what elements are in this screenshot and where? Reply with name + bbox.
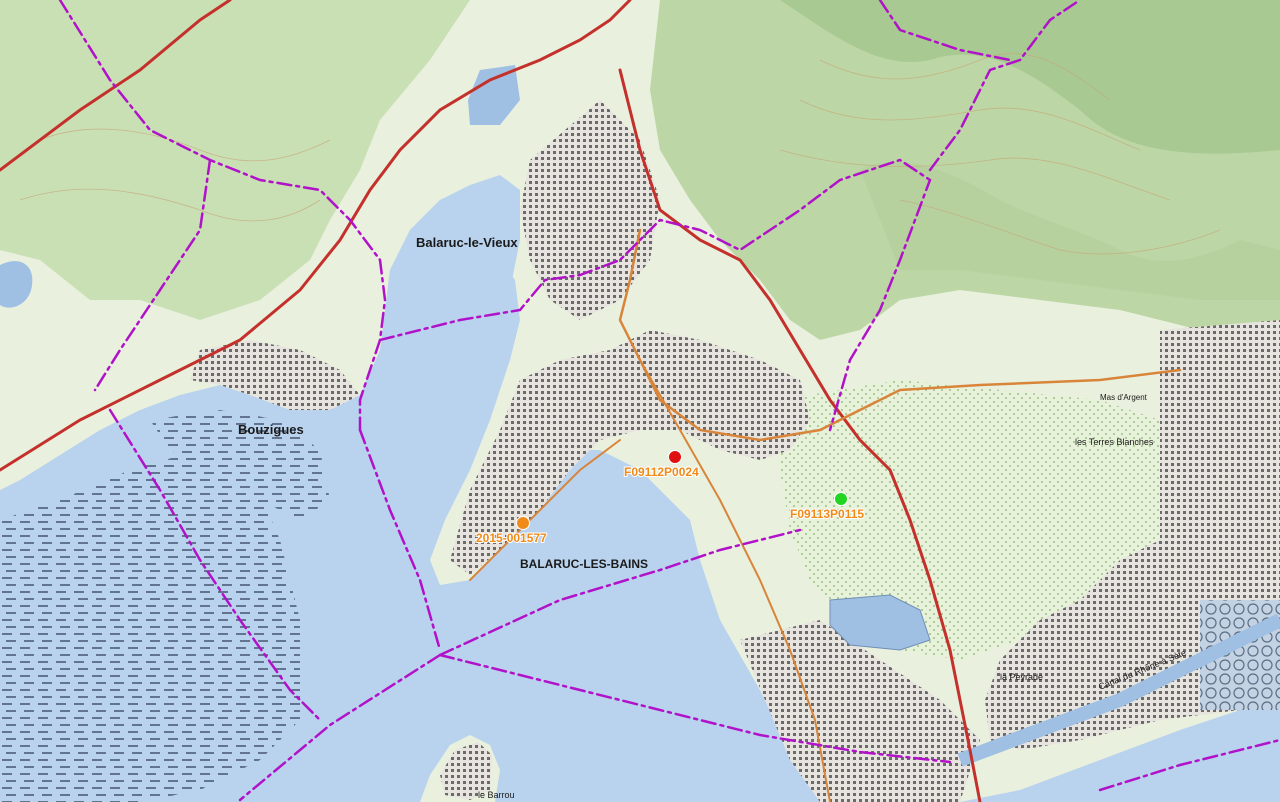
marker-dot-orange <box>516 516 530 530</box>
map-canvas: Balaruc-le-Vieux Bouzigues BALARUC-LES-B… <box>0 0 1280 802</box>
marker-label-F09113P0115: F09113P0115 <box>790 507 864 521</box>
marker-dot-green <box>834 492 848 506</box>
place-balaruc-les-bains: BALARUC-LES-BAINS <box>520 557 648 571</box>
marker-label-2015-001577: 2015-001577 <box>476 531 547 545</box>
place-balaruc-le-vieux: Balaruc-le-Vieux <box>416 235 518 250</box>
place-terres-blanches: les Terres Blanches <box>1075 437 1154 447</box>
place-bouzigues: Bouzigues <box>238 422 304 437</box>
topographic-map[interactable]: Balaruc-le-Vieux Bouzigues BALARUC-LES-B… <box>0 0 1280 802</box>
place-le-barrou: le Barrou <box>478 790 515 800</box>
marker-label-F09112P0024: F09112P0024 <box>624 465 699 479</box>
place-la-peyrade: la Peyrade <box>1000 672 1043 682</box>
marker-dot-red <box>668 450 682 464</box>
place-mas-d-argent: Mas d'Argent <box>1100 393 1148 402</box>
